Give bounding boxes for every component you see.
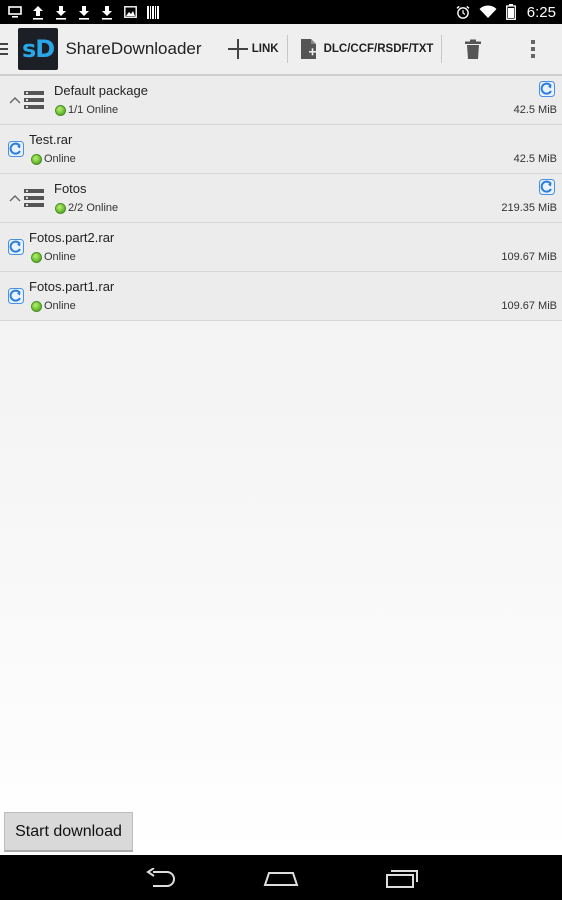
battery-icon	[505, 4, 516, 20]
file-name: Test.rar	[29, 132, 73, 147]
app-logo[interactable]: sD	[17, 28, 59, 70]
app-title: ShareDownloader	[65, 39, 202, 58]
start-download-button[interactable]: Start download	[4, 812, 133, 852]
package-status: 2/2 Online	[55, 202, 118, 214]
clock: 6:25	[526, 3, 556, 21]
file-size: 42.5 MiB	[513, 153, 557, 165]
add-link-button[interactable]: LINK	[219, 23, 287, 75]
file-row-test[interactable]: Test.rar Online 42.5 MiB	[0, 125, 562, 174]
hoster-icon	[539, 179, 555, 195]
screen-icon	[8, 4, 22, 20]
file-size: 109.67 MiB	[501, 251, 557, 263]
image-icon	[123, 4, 137, 20]
alarm-icon	[456, 4, 470, 20]
download-list: Default package 1/1 Online 42.5 MiB Test…	[0, 76, 562, 855]
hoster-icon	[539, 81, 555, 97]
status-bar: 6:25	[0, 0, 562, 24]
hoster-icon	[8, 239, 24, 255]
barcode-icon	[146, 4, 160, 20]
package-status: 1/1 Online	[55, 104, 118, 116]
file-status: Online	[31, 153, 76, 165]
system-icons: 6:25	[456, 4, 556, 21]
wifi-icon	[479, 4, 497, 20]
hoster-icon	[8, 141, 24, 157]
download-icon	[77, 4, 91, 20]
file-status: Online	[31, 300, 76, 312]
add-container-file-button[interactable]: DLC/CCF/RSDF/TXT	[288, 23, 442, 75]
more-vert-icon	[530, 40, 535, 58]
action-bar: sD ShareDownloader LINK DLC/CCF/RSDF/TXT	[0, 24, 562, 76]
delete-button[interactable]	[442, 23, 503, 75]
trash-icon	[464, 39, 481, 59]
file-name: Fotos.part2.rar	[29, 230, 115, 245]
online-indicator-icon	[55, 104, 66, 116]
online-indicator-icon	[31, 300, 42, 312]
package-row-default[interactable]: Default package 1/1 Online 42.5 MiB	[0, 76, 562, 125]
add-container-label: DLC/CCF/RSDF/TXT	[323, 43, 434, 55]
overflow-menu-button[interactable]	[503, 23, 562, 75]
package-size: 219.35 MiB	[501, 202, 557, 214]
file-row-fotos-part2[interactable]: Fotos.part2.rar Online 109.67 MiB	[0, 223, 562, 272]
package-size: 42.5 MiB	[513, 104, 557, 116]
add-file-icon	[300, 38, 318, 60]
online-indicator-icon	[31, 153, 42, 165]
collapse-chevron-icon[interactable]	[9, 92, 21, 104]
plus-icon	[227, 38, 249, 60]
download-icon	[100, 4, 114, 20]
drawer-indicator-icon[interactable]	[0, 23, 10, 75]
back-icon[interactable]	[141, 865, 181, 891]
package-icon	[24, 90, 44, 110]
home-icon[interactable]	[261, 865, 301, 891]
navigation-bar	[0, 855, 562, 900]
file-status: Online	[31, 251, 76, 263]
online-indicator-icon	[31, 251, 42, 263]
add-link-label: LINK	[251, 43, 279, 55]
file-name: Fotos.part1.rar	[29, 279, 115, 294]
upload-icon	[31, 4, 45, 20]
file-row-fotos-part1[interactable]: Fotos.part1.rar Online 109.67 MiB	[0, 272, 562, 321]
package-name: Fotos	[54, 181, 87, 196]
online-indicator-icon	[55, 202, 66, 214]
notification-icons	[8, 4, 160, 20]
package-row-fotos[interactable]: Fotos 2/2 Online 219.35 MiB	[0, 174, 562, 223]
package-name: Default package	[54, 83, 148, 98]
collapse-chevron-icon[interactable]	[9, 190, 21, 202]
recent-apps-icon[interactable]	[382, 865, 422, 891]
hoster-icon	[8, 288, 24, 304]
file-size: 109.67 MiB	[501, 300, 557, 312]
download-icon	[54, 4, 68, 20]
package-icon	[24, 188, 44, 208]
